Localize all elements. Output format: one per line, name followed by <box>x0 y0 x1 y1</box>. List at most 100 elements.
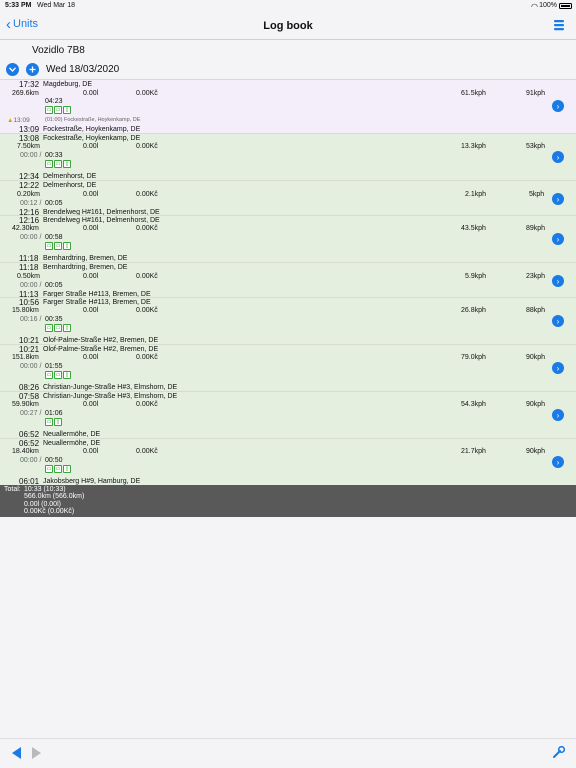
fuel-icon: ▯ <box>63 242 71 250</box>
trip-detail-button[interactable]: › <box>552 362 564 374</box>
trip-end-time: 13:08 <box>19 134 40 143</box>
trip-detail-button[interactable]: › <box>552 315 564 327</box>
trip-row[interactable]: 12:22 Delmenhorst, DE 0.20km 0.00l 0.00K… <box>0 180 576 217</box>
trip-detail-button[interactable]: › <box>552 409 564 421</box>
trip-row[interactable]: 11:18 Bernhardtring, Bremen, DE 0.50km 0… <box>0 262 576 299</box>
trip-avg-speed: 79.0kph <box>461 354 486 361</box>
fuel-icon: ▯ <box>63 106 71 114</box>
totals-distance: 566.0km (566.0km) <box>24 493 85 500</box>
trip-end-time: 12:22 <box>19 181 40 190</box>
trip-start-place: Fockestraße, Hoykenkamp, DE <box>43 126 141 133</box>
trip-idle: 00:00 / <box>20 234 42 241</box>
trip-cost: 0.00Kč <box>136 143 158 150</box>
day-header: Wed 18/03/2020 <box>0 59 576 79</box>
trip-distance: 0.50km <box>17 273 40 280</box>
trip-avg-speed: 61.5kph <box>461 90 486 97</box>
trip-max-speed: 5kph <box>529 191 545 198</box>
trip-max-speed: 88kph <box>526 307 546 314</box>
previous-day-icon[interactable] <box>12 747 21 759</box>
chevron-right-icon: › <box>556 234 560 244</box>
trip-row[interactable]: 12:16 Brendelweg H#161, Delmenhorst, DE … <box>0 215 576 263</box>
chevron-right-icon: › <box>556 316 560 326</box>
trip-detail-button[interactable]: › <box>552 275 564 287</box>
wrench-icon[interactable] <box>552 745 566 759</box>
truck-icon: ▭ <box>54 242 62 250</box>
car-icon: ▭ <box>45 160 53 168</box>
trip-avg-speed: 5.9kph <box>465 273 487 280</box>
trip-end-place: Neuallermöhe, DE <box>43 440 101 447</box>
layers-icon[interactable] <box>552 18 566 32</box>
fuel-icon: ▯ <box>63 371 71 379</box>
truck-icon: ▭ <box>54 465 62 473</box>
wifi-icon: ◠ <box>531 2 538 11</box>
fuel-icon: ▯ <box>54 418 62 426</box>
trip-row[interactable]: 13:08 Fockestraße, Hoykenkamp, DE 7.50km… <box>0 133 576 181</box>
trip-detail-button[interactable]: › <box>552 100 564 112</box>
totals-time: 10:33 (10:33) <box>24 486 66 493</box>
trip-avg-speed: 43.5kph <box>461 225 486 232</box>
car-icon: ▭ <box>45 418 53 426</box>
trip-list: 17:32 Magdeburg, DE 269.6km 0.00l 0.00Kč… <box>0 79 576 486</box>
truck-icon: ▭ <box>54 371 62 379</box>
trip-end-time: 11:18 <box>19 263 39 272</box>
trip-detail-button[interactable]: › <box>552 193 564 205</box>
chevron-right-icon: › <box>556 457 560 467</box>
trip-icons: ▭ ▭ ▯ <box>45 106 71 114</box>
chevron-right-icon: › <box>556 363 560 373</box>
trip-end-place: Brendelweg H#161, Delmenhorst, DE <box>43 217 160 224</box>
vehicle-name: Vozidlo 7B8 <box>32 45 85 56</box>
chevron-right-icon: › <box>556 410 560 420</box>
trip-idle-time: 00:00 <box>20 457 38 464</box>
next-day-icon[interactable] <box>32 747 41 759</box>
trip-avg-speed: 2.1kph <box>465 191 487 198</box>
trip-fuel: 0.00l <box>83 90 99 97</box>
trip-icons: ▭ ▭ ▯ <box>45 242 71 250</box>
car-icon: ▭ <box>45 242 53 250</box>
trip-end-place: Delmenhorst, DE <box>43 182 97 189</box>
totals-label: Total: <box>4 486 21 493</box>
trip-duration: 01:06 <box>45 410 63 417</box>
trip-duration: 00:35 <box>45 316 63 323</box>
trip-start-place: Delmenhorst, DE <box>43 173 97 180</box>
trip-idle: 00:00 / <box>20 363 42 370</box>
trip-idle: 00:00 / <box>20 152 42 159</box>
trip-max-speed: 90kph <box>526 354 546 361</box>
trip-idle: 00:00 / <box>20 457 42 464</box>
chevron-right-icon: › <box>556 101 560 111</box>
trip-distance: 18.40km <box>12 448 39 455</box>
trip-idle-time: 00:12 <box>20 200 38 207</box>
trip-icons: ▭ ▭ ▯ <box>45 465 71 473</box>
fuel-icon: ▯ <box>63 465 71 473</box>
plus-icon <box>29 66 36 72</box>
trip-detail-button[interactable]: › <box>552 456 564 468</box>
chevron-down-icon <box>9 66 16 72</box>
trip-end-place: Farger Straße H#113, Bremen, DE <box>43 299 151 306</box>
navigation-bar: ‹ Units Log book <box>0 12 576 40</box>
trip-end-time: 10:56 <box>19 298 40 307</box>
trip-detail-button[interactable]: › <box>552 233 564 245</box>
trip-end-place: Christian-Junge-Straße H#3, Elmshorn, DE <box>43 393 178 400</box>
trip-idle: 00:27 / <box>20 410 42 417</box>
trip-distance: 269.6km <box>12 90 39 97</box>
trip-fuel: 0.00l <box>83 225 99 232</box>
trip-max-speed: 23kph <box>526 273 546 280</box>
trip-row[interactable]: 10:21 Olof-Palme-Straße H#2, Bremen, DE … <box>0 344 576 392</box>
totals-fuel: 0.00l (0.00l) <box>24 501 61 508</box>
trip-row[interactable]: 06:52 Neuallermöhe, DE 18.40km 0.00l 0.0… <box>0 438 576 486</box>
add-record-button[interactable] <box>26 62 39 76</box>
trip-duration: 00:50 <box>45 457 63 464</box>
trip-end-place: Bernhardtring, Bremen, DE <box>43 264 128 271</box>
warning-time: 13:09 <box>13 117 30 124</box>
trip-row[interactable]: 10:56 Farger Straße H#113, Bremen, DE 15… <box>0 297 576 345</box>
car-icon: ▭ <box>45 106 53 114</box>
trip-idle-time: 00:16 <box>20 316 38 323</box>
trip-cost: 0.00Kč <box>136 191 158 198</box>
trip-row[interactable]: 07:58 Christian-Junge-Straße H#3, Elmsho… <box>0 391 576 439</box>
trip-detail-button[interactable]: › <box>552 151 564 163</box>
trip-row[interactable]: 17:32 Magdeburg, DE 269.6km 0.00l 0.00Kč… <box>0 79 576 134</box>
trip-duration: 04:23 <box>45 98 63 105</box>
trip-icons: ▭ ▭ ▯ <box>45 371 71 379</box>
collapse-day-button[interactable] <box>6 62 19 76</box>
trip-cost: 0.00Kč <box>136 401 158 408</box>
trip-max-speed: 89kph <box>526 225 546 232</box>
